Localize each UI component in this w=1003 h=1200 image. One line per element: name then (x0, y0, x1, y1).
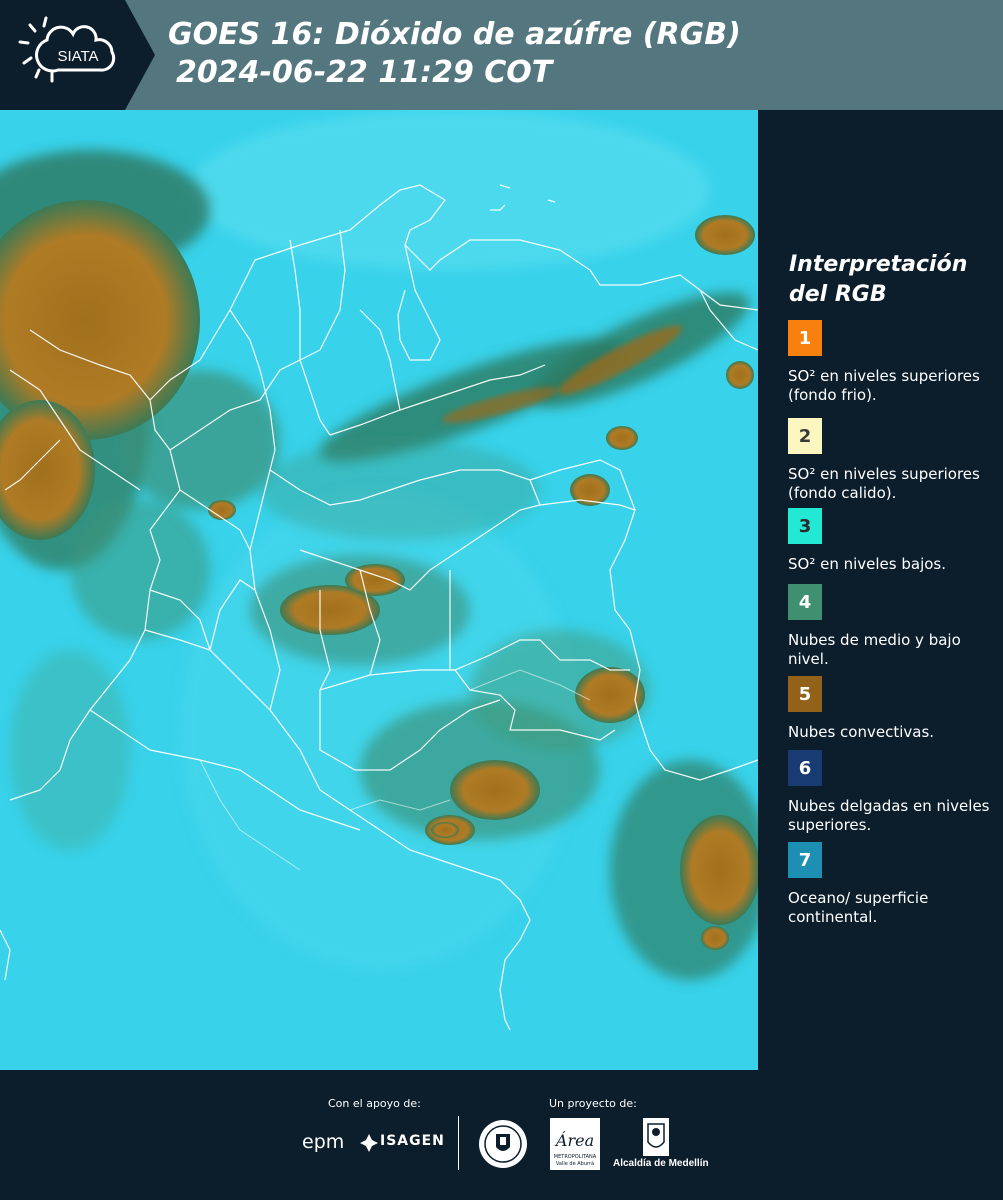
legend-swatch-4: 4 (788, 584, 822, 620)
support-label: Con el apoyo de: (328, 1097, 421, 1110)
legend-label-6: Nubes delgadas en niveles superiores. (788, 797, 990, 834)
legend-label-3: SO² en niveles bajos. (788, 555, 947, 573)
legend-panel: Interpretación del RGB 1 SO² en niveles … (760, 110, 1003, 1070)
legend-number-6: 6 (798, 757, 812, 779)
isagen-label: ISAGEN (380, 1133, 445, 1149)
area-logo-icon: Área METROPOLITANA Valle de Aburrá (550, 1118, 600, 1170)
legend-item-1: 1 SO² en niveles superiores (fondo frio)… (788, 320, 998, 405)
legend-swatch-1: 1 (788, 320, 822, 356)
legend-number-4: 4 (798, 591, 812, 613)
title-line-2: 2024-06-22 11:29 COT (176, 55, 553, 90)
legend-swatch-5: 5 (788, 676, 822, 712)
svg-text:SIATA: SIATA (57, 48, 98, 65)
satellite-map[interactable] (0, 110, 758, 1070)
epm-logo[interactable]: epm (302, 1131, 344, 1153)
header-bar: SIATA GOES 16: Dióxido de azúfre (RGB) 2… (0, 0, 1003, 110)
siata-logo[interactable]: SIATA (0, 0, 155, 110)
alcaldia-shield-icon (643, 1118, 669, 1156)
legend-label-4: Nubes de medio y bajo nivel. (788, 631, 961, 668)
footer-divider (458, 1116, 459, 1170)
footer: Con el apoyo de: Un proyecto de: epm ISA… (0, 1070, 1003, 1200)
legend-item-4: 4 Nubes de medio y bajo nivel. (788, 584, 998, 669)
alcaldia-label: Alcaldía de Medellín (613, 1158, 709, 1169)
legend-item-5: 5 Nubes convectivas. (788, 676, 998, 742)
isagen-icon (360, 1134, 378, 1152)
legend-label-2: SO² en niveles superiores (fondo calido)… (788, 465, 980, 502)
legend-item-7: 7 Oceano/ superficie continental. (788, 842, 998, 927)
legend-item-2: 2 SO² en niveles superiores (fondo calid… (788, 418, 998, 503)
svg-text:Área: Área (554, 1130, 594, 1150)
legend-number-7: 7 (798, 849, 812, 871)
legend-swatch-3: 3 (788, 508, 822, 544)
legend-swatch-6: 6 (788, 750, 822, 786)
legend-label-7: Oceano/ superficie continental. (788, 889, 929, 926)
legend-swatch-2: 2 (788, 418, 822, 454)
legend-title: Interpretación del RGB (789, 252, 968, 307)
page-title: GOES 16: Dióxido de azúfre (RGB) 2024-06… (168, 16, 741, 92)
title-line-1: GOES 16: Dióxido de azúfre (RGB) (168, 17, 741, 52)
legend-item-3: 3 SO² en niveles bajos. (788, 508, 998, 574)
legend-label-5: Nubes convectivas. (788, 723, 935, 741)
legend-swatch-7: 7 (788, 842, 822, 878)
legend-number-5: 5 (798, 683, 812, 705)
legend-item-6: 6 Nubes delgadas en niveles superiores. (788, 750, 998, 835)
legend-label-1: SO² en niveles superiores (fondo frio). (788, 367, 980, 404)
legend-number-3: 3 (798, 515, 812, 537)
project-label: Un proyecto de: (549, 1097, 637, 1110)
legend-number-1: 1 (798, 327, 812, 349)
seal-icon (479, 1120, 527, 1168)
svg-text:METROPOLITANA: METROPOLITANA (554, 1154, 597, 1160)
svg-text:Valle de Aburrá: Valle de Aburrá (556, 1160, 594, 1167)
legend-number-2: 2 (798, 425, 812, 447)
